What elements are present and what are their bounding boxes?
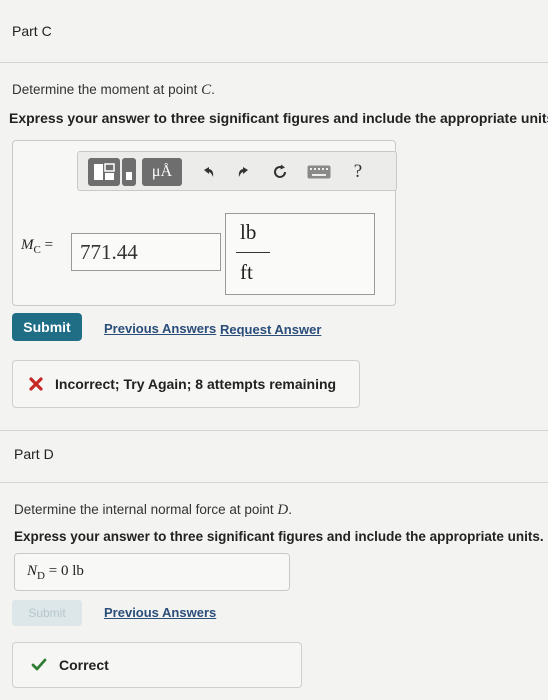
part-d-prompt-var: D [277,502,289,518]
part-c-title: Part C [12,23,52,39]
part-d-unit: lb [72,563,84,579]
keyboard-icon[interactable] [304,158,334,186]
fraction-bar [236,252,270,253]
part-c-prompt: Determine the moment at point C. [12,82,215,98]
part-c-label-sub: C [33,244,41,256]
matrix-template-dropdown-icon[interactable] [122,158,136,186]
part-c-prompt-var: C [201,82,212,98]
part-d-submit-button[interactable]: Submit [12,600,82,626]
part-c-prompt-text: Determine the moment at point [12,82,202,97]
part-c-feedback: Incorrect; Try Again; 8 attempts remaini… [12,360,360,408]
part-d-title: Part D [14,446,54,462]
reset-icon[interactable] [266,158,294,186]
part-d-label-eq: = [48,563,58,579]
part-d-previous-answers-link[interactable]: Previous Answers [104,605,216,620]
x-icon [29,377,43,391]
part-c-answer-label: MC = [21,237,53,256]
part-d-answer-box: ND = 0 lb [14,553,290,591]
part-c-toolbar: μÅ ? [77,151,397,191]
undo-icon[interactable] [194,158,222,186]
part-d-answer: ND = 0 lb [27,563,84,582]
request-answer-link[interactable]: Request Answer [220,322,321,337]
part-d-instruction: Express your answer to three significant… [14,529,544,544]
unit-denominator: ft [240,260,253,284]
part-c-submit-button[interactable]: Submit [12,313,82,341]
help-button[interactable]: ? [344,158,372,186]
part-c-previous-answers-link[interactable]: Previous Answers [104,321,216,336]
part-d-feedback-text: Correct [59,657,109,673]
unit-numerator: lb [240,220,257,244]
part-c-unit-input[interactable]: lb ft [225,213,375,295]
part-c-answer-box: μÅ ? MC = 771.44 lb ft [12,140,397,306]
matrix-template-icon[interactable] [88,158,120,186]
part-c-label-var: M [21,237,34,253]
part-d-prompt: Determine the internal normal force at p… [14,502,292,518]
part-d-label-sub: D [37,570,45,582]
part-c-feedback-text: Incorrect; Try Again; 8 attempts remaini… [55,376,337,392]
units-button[interactable]: μÅ [142,158,182,186]
part-cd-divider [0,430,548,431]
part-c-divider [0,62,548,63]
check-icon [31,658,47,671]
redo-icon[interactable] [230,158,258,186]
part-d-prompt-text: Determine the internal normal force at p… [14,502,278,517]
part-d-divider [0,482,548,483]
part-d-value: 0 [60,563,69,579]
part-c-instruction: Express your answer to three significant… [9,110,548,126]
part-c-value-input[interactable]: 771.44 [71,233,221,271]
part-c-label-eq: = [44,237,54,253]
part-d-label-var: N [27,563,38,579]
part-d-feedback: Correct [12,642,302,688]
